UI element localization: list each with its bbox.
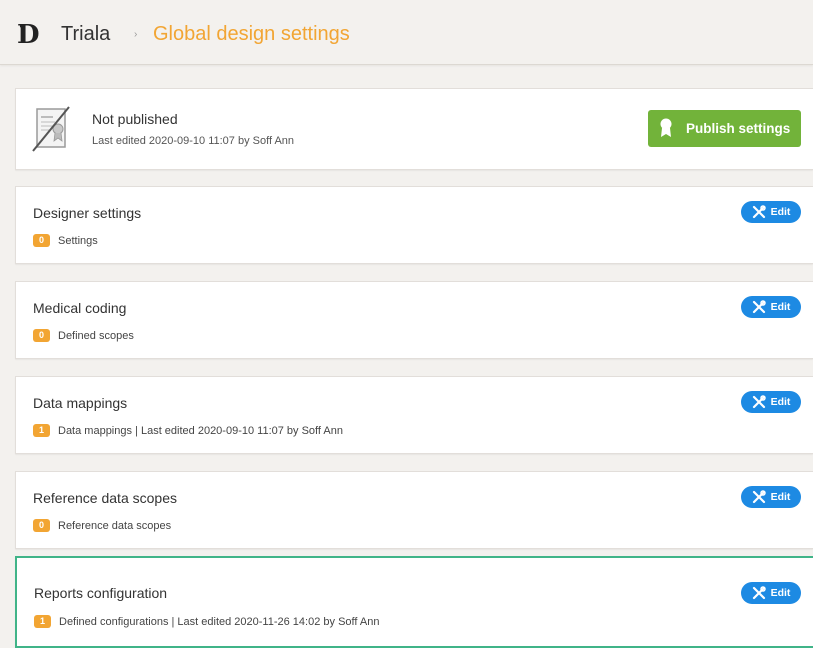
section-meta: 0 Reference data scopes <box>33 519 171 532</box>
section-card-designer-settings: Designer settings 0 Settings Edit <box>15 186 813 264</box>
tools-icon <box>752 395 766 409</box>
count-badge: 0 <box>33 519 50 532</box>
publish-settings-label: Publish settings <box>686 121 791 136</box>
section-meta: 1 Data mappings | Last edited 2020-09-10… <box>33 424 343 437</box>
section-meta-text: Data mappings | Last edited 2020-09-10 1… <box>58 424 343 437</box>
unpublished-certificate-icon <box>32 106 70 152</box>
section-meta-text: Reference data scopes <box>58 519 172 532</box>
section-meta-text: Defined configurations | Last edited 202… <box>59 615 380 628</box>
breadcrumb-separator-icon: › <box>134 29 138 40</box>
section-title: Data mappings <box>33 395 128 411</box>
section-meta-text: Settings <box>58 234 98 247</box>
count-badge: 1 <box>34 615 51 628</box>
publish-last-edited: Last edited 2020-09-10 11:07 by Soff Ann <box>92 135 295 147</box>
count-badge: 0 <box>33 329 50 342</box>
section-title: Reference data scopes <box>33 490 177 506</box>
breadcrumb-app-link[interactable]: Triala <box>61 23 110 46</box>
page-title: Global design settings <box>153 23 350 45</box>
edit-button-label: Edit <box>770 301 791 313</box>
section-card-data-mappings: Data mappings 1 Data mappings | Last edi… <box>15 376 813 454</box>
publish-status-card: Not published Last edited 2020-09-10 11:… <box>15 88 813 170</box>
logo[interactable]: '' D <box>17 22 40 48</box>
section-title: Medical coding <box>33 300 127 316</box>
section-meta: 0 Settings <box>33 234 98 247</box>
edit-button[interactable]: Edit <box>741 582 801 604</box>
edit-button-label: Edit <box>770 491 791 503</box>
tools-icon <box>752 490 766 504</box>
section-card-medical-coding: Medical coding 0 Defined scopes Edit <box>15 281 813 359</box>
edit-button[interactable]: Edit <box>741 201 801 223</box>
edit-button[interactable]: Edit <box>741 391 801 413</box>
publish-settings-button[interactable]: Publish settings <box>648 110 801 147</box>
tools-icon <box>752 586 766 600</box>
section-title: Designer settings <box>33 205 142 221</box>
ribbon-icon <box>660 118 672 137</box>
section-meta: 0 Defined scopes <box>33 329 134 342</box>
edit-button-label: Edit <box>770 587 791 599</box>
section-meta-text: Defined scopes <box>58 329 134 342</box>
tools-icon <box>752 205 766 219</box>
publish-status-label: Not published <box>92 111 178 127</box>
section-card-reference-data-scopes: Reference data scopes 0 Reference data s… <box>15 471 813 549</box>
tools-icon <box>752 300 766 314</box>
count-badge: 1 <box>33 424 50 437</box>
section-meta: 1 Defined configurations | Last edited 2… <box>34 615 379 628</box>
edit-button-label: Edit <box>770 206 791 218</box>
section-title: Reports configuration <box>34 585 168 601</box>
app-header: '' D Triala › Global design settings <box>0 0 813 65</box>
edit-button-label: Edit <box>770 396 791 408</box>
section-card-reports-configuration: Reports configuration 1 Defined configur… <box>15 556 813 648</box>
count-badge: 0 <box>33 234 50 247</box>
edit-button[interactable]: Edit <box>741 486 801 508</box>
edit-button[interactable]: Edit <box>741 296 801 318</box>
